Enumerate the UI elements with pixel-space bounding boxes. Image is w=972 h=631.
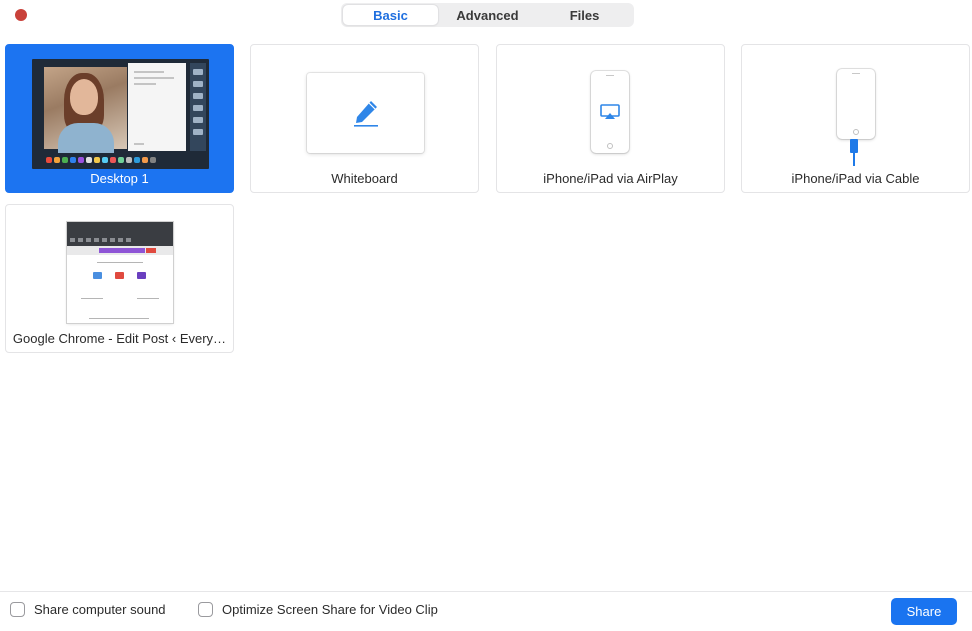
share-mode-tabs: Basic Advanced Files bbox=[341, 3, 634, 27]
whiteboard-card bbox=[307, 73, 424, 153]
optimize-video-clip-label: Optimize Screen Share for Video Clip bbox=[222, 602, 438, 617]
share-source-iphone-airplay[interactable]: iPhone/iPad via AirPlay bbox=[496, 44, 725, 193]
dock bbox=[46, 157, 196, 165]
share-button[interactable]: Share bbox=[891, 598, 957, 625]
share-source-iphone-cable[interactable]: iPhone/iPad via Cable bbox=[741, 44, 970, 193]
share-computer-sound-option[interactable]: Share computer sound bbox=[10, 602, 166, 617]
iphone-mockup bbox=[591, 71, 629, 153]
tab-basic[interactable]: Basic bbox=[343, 5, 438, 25]
footer-divider bbox=[0, 591, 972, 592]
share-computer-sound-label: Share computer sound bbox=[34, 602, 166, 617]
share-source-chrome-window[interactable]: Google Chrome - Edit Post ‹ Every… bbox=[5, 204, 234, 353]
tab-advanced[interactable]: Advanced bbox=[438, 5, 537, 25]
share-source-whiteboard[interactable]: Whiteboard bbox=[250, 44, 479, 193]
gmail-icon bbox=[115, 272, 124, 279]
desktop-thumbnail bbox=[32, 59, 209, 169]
tile-label: iPhone/iPad via Cable bbox=[791, 171, 920, 186]
document-window bbox=[128, 63, 186, 151]
optimize-video-clip-checkbox[interactable] bbox=[198, 602, 213, 617]
airplay-icon bbox=[600, 104, 620, 119]
tile-label: Desktop 1 bbox=[90, 171, 149, 186]
close-window-button[interactable] bbox=[15, 9, 27, 21]
tile-label: Whiteboard bbox=[331, 171, 398, 186]
cable-wire bbox=[853, 153, 855, 166]
yahoo-mail-icon bbox=[137, 272, 146, 279]
chrome-window-thumbnail bbox=[67, 222, 173, 323]
share-source-desktop-1[interactable]: Desktop 1 bbox=[5, 44, 234, 193]
mail-icon bbox=[93, 272, 102, 279]
optimize-video-clip-option[interactable]: Optimize Screen Share for Video Clip bbox=[198, 602, 438, 617]
iphone-mockup bbox=[837, 69, 875, 139]
pencil-icon bbox=[354, 101, 378, 127]
tile-label: Google Chrome - Edit Post ‹ Every… bbox=[12, 331, 227, 346]
tab-files[interactable]: Files bbox=[537, 5, 632, 25]
share-computer-sound-checkbox[interactable] bbox=[10, 602, 25, 617]
webcam-photo bbox=[44, 67, 127, 153]
cable-icon bbox=[850, 139, 858, 153]
desktop-sidebar bbox=[190, 63, 206, 151]
tile-label: iPhone/iPad via AirPlay bbox=[543, 171, 678, 186]
